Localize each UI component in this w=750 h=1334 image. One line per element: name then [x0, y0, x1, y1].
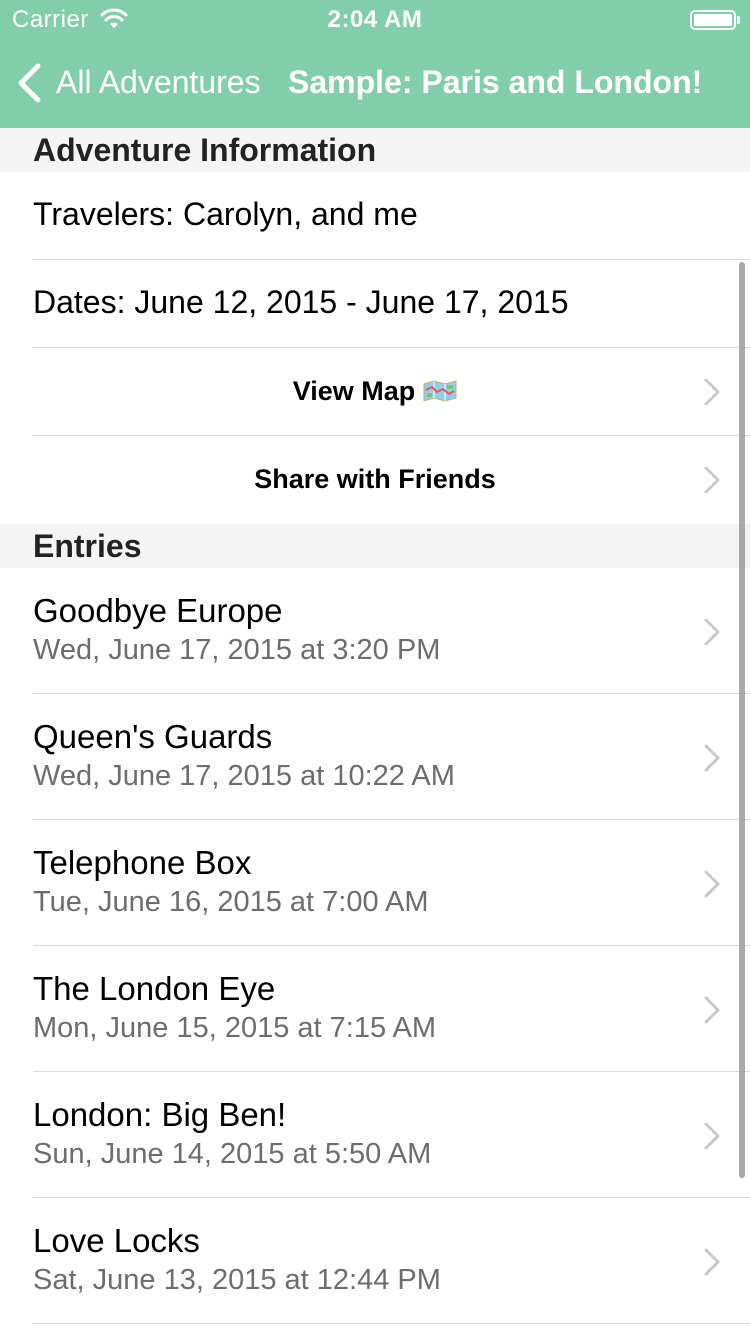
section-header-info: Adventure Information [0, 128, 750, 172]
entry-title: Goodbye Europe [33, 592, 283, 629]
chevron-right-icon [704, 870, 720, 898]
battery-icon [690, 10, 740, 30]
entry-title: Queen's Guards [33, 718, 273, 755]
travelers-cell: Travelers: Carolyn, and me [0, 172, 750, 260]
chevron-right-icon [704, 466, 720, 494]
travelers-text: Travelers: Carolyn, and me [33, 196, 418, 232]
entry-date: Wed, June 17, 2015 at 3:20 PM [33, 634, 441, 666]
entry-row[interactable]: Telephone Box Tue, June 16, 2015 at 7:00… [0, 820, 750, 946]
entry-row[interactable]: Love Locks Sat, June 13, 2015 at 12:44 P… [0, 1198, 750, 1324]
row-divider [33, 1323, 750, 1324]
chevron-left-icon [18, 63, 41, 103]
status-bar: Carrier 2:04 AM [0, 0, 750, 40]
chevron-right-icon [704, 996, 720, 1024]
navigation-bar: All Adventures Sample: Paris and London! [0, 40, 750, 128]
entry-date: Wed, June 17, 2015 at 10:22 AM [33, 760, 455, 792]
entry-title: The London Eye [33, 970, 276, 1007]
entry-title: Telephone Box [33, 844, 252, 881]
entry-date: Tue, June 16, 2015 at 7:00 AM [33, 886, 429, 918]
entry-title: Love Locks [33, 1222, 200, 1259]
section-title: Entries [33, 528, 142, 564]
view-map-label: View Map [292, 376, 416, 406]
chevron-right-icon [704, 378, 720, 406]
entry-date: Sun, June 14, 2015 at 5:50 AM [33, 1138, 432, 1170]
view-map-label-wrap: View Map [0, 376, 750, 407]
status-time: 2:04 AM [327, 6, 423, 33]
entry-date: Mon, June 15, 2015 at 7:15 AM [33, 1012, 437, 1044]
page-title: Sample: Paris and London! [288, 64, 703, 100]
table-view[interactable]: Adventure Information Travelers: Carolyn… [0, 128, 750, 1334]
entry-row[interactable]: The London Eye Mon, June 15, 2015 at 7:1… [0, 946, 750, 1072]
section-title: Adventure Information [33, 132, 377, 168]
entry-title: London: Big Ben! [33, 1096, 287, 1133]
header: Carrier 2:04 AM All Adventures Sample: P… [0, 0, 750, 128]
dates-text: Dates: June 12, 2015 - June 17, 2015 [33, 284, 569, 320]
entry-row[interactable]: Queen's Guards Wed, June 17, 2015 at 10:… [0, 694, 750, 820]
chevron-right-icon [704, 1248, 720, 1276]
view-map-button[interactable]: View Map [0, 348, 750, 436]
entry-row[interactable]: London: Big Ben! Sun, June 14, 2015 at 5… [0, 1072, 750, 1198]
dates-cell: Dates: June 12, 2015 - June 17, 2015 [0, 260, 750, 348]
share-with-friends-button[interactable]: Share with Friends [0, 436, 750, 524]
chevron-right-icon [704, 618, 720, 646]
chevron-right-icon [704, 744, 720, 772]
share-label: Share with Friends [254, 464, 496, 494]
scrollbar[interactable] [739, 262, 745, 1178]
section-header-entries: Entries [0, 524, 750, 568]
chevron-right-icon [704, 1122, 720, 1150]
entry-date: Sat, June 13, 2015 at 12:44 PM [33, 1264, 441, 1296]
entry-row[interactable]: Goodbye Europe Wed, June 17, 2015 at 3:2… [0, 568, 750, 694]
map-icon [423, 380, 457, 402]
back-button-label: All Adventures [56, 64, 261, 100]
